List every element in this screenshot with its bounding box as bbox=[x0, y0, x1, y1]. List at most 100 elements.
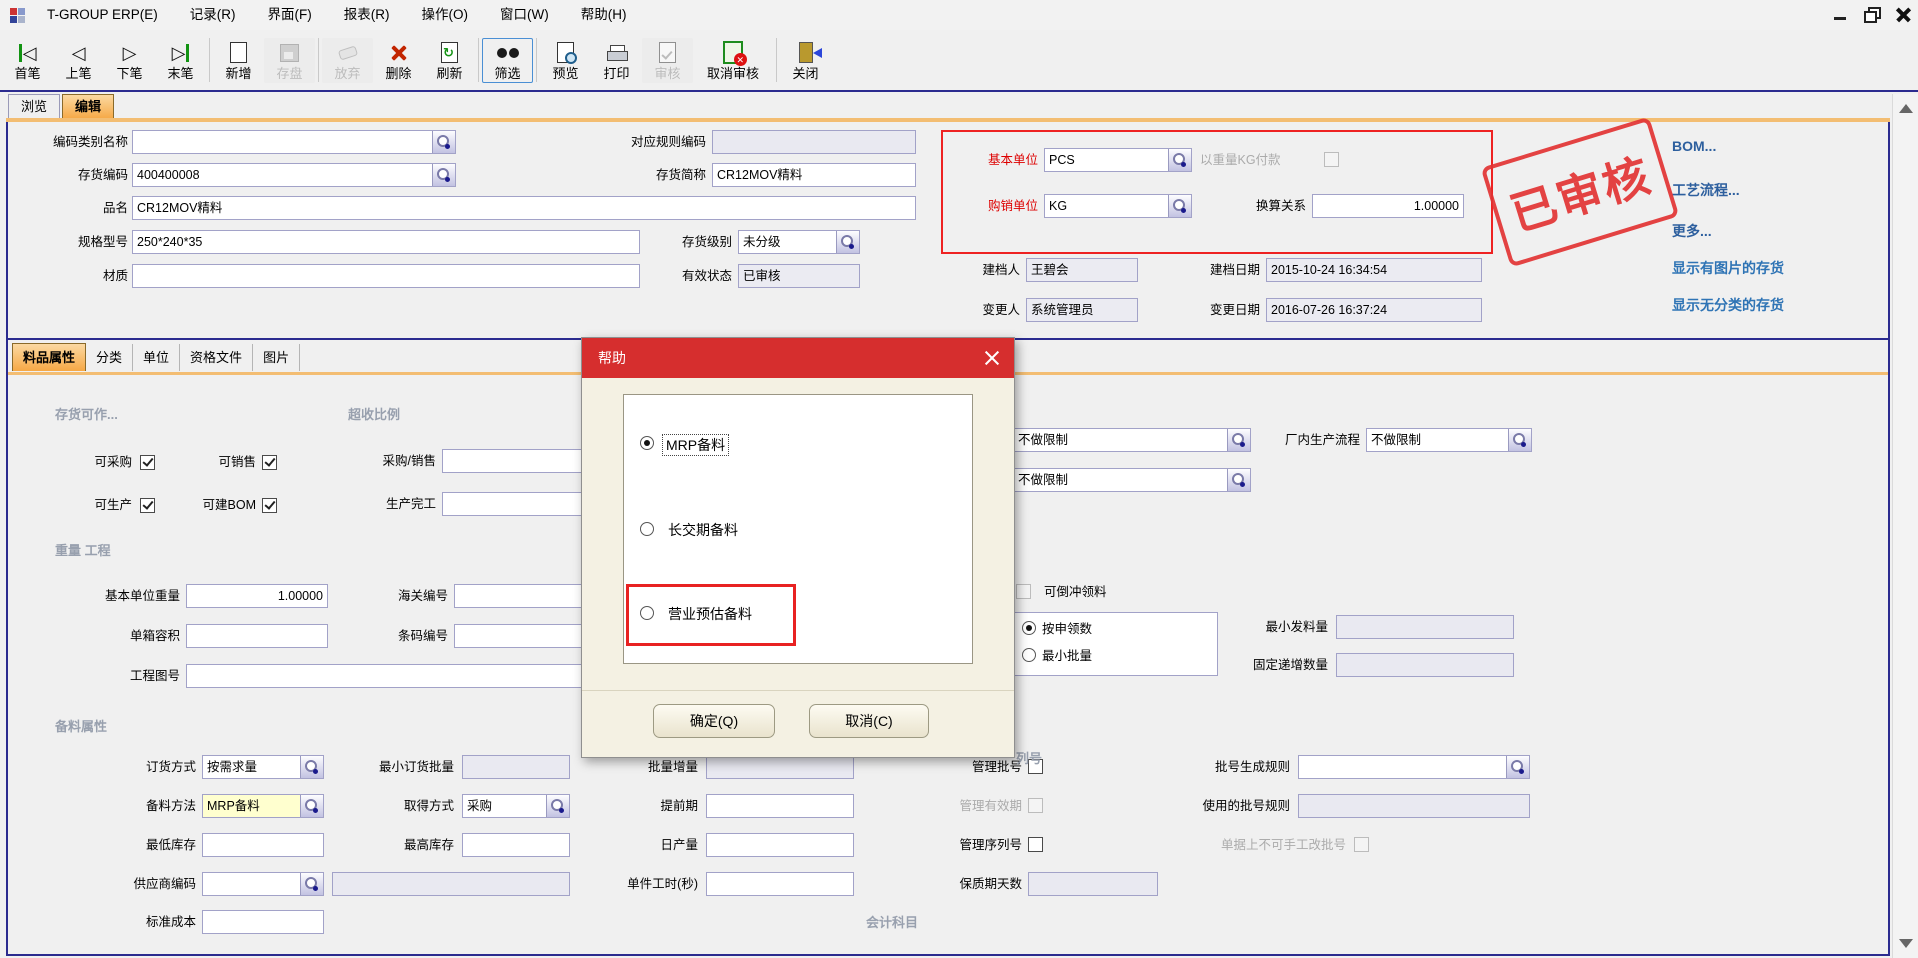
lookup-icon[interactable] bbox=[300, 873, 323, 895]
menu-tgroup-erp[interactable]: T-GROUP ERP(E) bbox=[31, 0, 174, 30]
lookup-icon[interactable] bbox=[1168, 149, 1191, 171]
lookup-icon[interactable] bbox=[836, 231, 859, 253]
restriction-combo-2[interactable]: 不做限制 bbox=[1013, 468, 1251, 492]
mrp-prepare-label[interactable]: MRP备料 bbox=[662, 434, 729, 456]
long-leadtime-radio[interactable] bbox=[640, 522, 654, 536]
supplier-code-value[interactable] bbox=[203, 873, 300, 895]
code-category-value[interactable] bbox=[133, 131, 432, 153]
next-record-button[interactable]: ▷ 下笔 bbox=[104, 38, 155, 83]
spec-field[interactable]: 250*240*35 bbox=[132, 230, 640, 254]
lookup-icon[interactable] bbox=[1508, 429, 1531, 451]
close-window-button[interactable] bbox=[1893, 4, 1915, 26]
max-stock-field[interactable] bbox=[462, 833, 570, 857]
mrp-prepare-radio[interactable] bbox=[640, 436, 654, 450]
prev-record-button[interactable]: ◁ 上笔 bbox=[53, 38, 104, 83]
filter-button[interactable]: 筛选 bbox=[482, 38, 533, 83]
daily-output-field[interactable] bbox=[706, 833, 854, 857]
min-batch-radio[interactable] bbox=[1022, 648, 1036, 662]
restriction-combo-1[interactable]: 不做限制 bbox=[1013, 428, 1251, 452]
cancel-audit-button[interactable]: 取消审核 bbox=[693, 38, 773, 83]
inv-code-combo[interactable]: 400400008 bbox=[132, 163, 456, 187]
base-unit-combo[interactable]: PCS bbox=[1044, 148, 1192, 172]
unit-hours-field[interactable] bbox=[706, 872, 854, 896]
ok-button[interactable]: 确定(Q) bbox=[653, 704, 775, 738]
batch-rule-combo[interactable] bbox=[1298, 755, 1530, 779]
close-form-button[interactable]: 关闭 bbox=[780, 38, 831, 83]
lookup-icon[interactable] bbox=[1168, 195, 1191, 217]
base-unit-value[interactable]: PCS bbox=[1045, 149, 1168, 171]
dialog-close-icon[interactable] bbox=[982, 348, 1002, 368]
tab-item-attributes[interactable]: 料品属性 bbox=[12, 343, 86, 371]
box-volume-field[interactable] bbox=[186, 624, 328, 648]
std-cost-field[interactable] bbox=[202, 910, 324, 934]
inv-level-value[interactable]: 未分级 bbox=[739, 231, 836, 253]
restore-button[interactable] bbox=[1861, 4, 1883, 26]
refresh-button[interactable]: 刷新 bbox=[424, 38, 475, 83]
menu-window[interactable]: 窗口(W) bbox=[484, 0, 565, 30]
code-category-combo[interactable] bbox=[132, 130, 456, 154]
obtain-mode-combo[interactable]: 采购 bbox=[462, 794, 570, 818]
link-show-with-images[interactable]: 显示有图片的存货 bbox=[1672, 258, 1784, 278]
material-field[interactable] bbox=[132, 264, 640, 288]
link-more[interactable]: 更多... bbox=[1672, 221, 1712, 241]
factory-flow-combo[interactable]: 不做限制 bbox=[1366, 428, 1532, 452]
last-record-button[interactable]: ▷ 末笔 bbox=[155, 38, 206, 83]
supplier-code-combo[interactable] bbox=[202, 872, 324, 896]
tab-unit[interactable]: 单位 bbox=[133, 344, 180, 371]
name-field[interactable]: CR12MOV精料 bbox=[132, 196, 916, 220]
link-bom[interactable]: BOM... bbox=[1672, 138, 1716, 154]
link-show-uncategorized[interactable]: 显示无分类的存货 bbox=[1672, 295, 1784, 315]
tab-classification[interactable]: 分类 bbox=[86, 344, 133, 371]
menu-help[interactable]: 帮助(H) bbox=[565, 0, 643, 30]
drawing-no-field[interactable] bbox=[186, 664, 582, 688]
menu-report[interactable]: 报表(R) bbox=[328, 0, 406, 30]
tab-qualification-files[interactable]: 资格文件 bbox=[180, 344, 253, 371]
trade-unit-value[interactable]: KG bbox=[1045, 195, 1168, 217]
inv-code-value[interactable]: 400400008 bbox=[133, 164, 432, 186]
menu-record[interactable]: 记录(R) bbox=[174, 0, 252, 30]
lead-time-field[interactable] bbox=[706, 794, 854, 818]
new-button[interactable]: 新增 bbox=[213, 38, 264, 83]
prepare-method-value[interactable]: MRP备料 bbox=[203, 795, 300, 817]
purchasable-checkbox[interactable] bbox=[140, 455, 155, 470]
long-leadtime-label[interactable]: 长交期备料 bbox=[668, 520, 738, 540]
manage-serial-checkbox[interactable] bbox=[1028, 837, 1043, 852]
inv-abbr-field[interactable]: CR12MOV精料 bbox=[712, 163, 916, 187]
preview-button[interactable]: 预览 bbox=[540, 38, 591, 83]
conversion-field[interactable]: 1.00000 bbox=[1312, 194, 1464, 218]
base-unit-weight-field[interactable]: 1.00000 bbox=[186, 584, 328, 608]
menu-operation[interactable]: 操作(O) bbox=[406, 0, 485, 30]
minimize-button[interactable] bbox=[1830, 4, 1852, 26]
tab-edit[interactable]: 编辑 bbox=[62, 94, 114, 119]
factory-flow-value[interactable]: 不做限制 bbox=[1367, 429, 1508, 451]
print-button[interactable]: 打印 bbox=[591, 38, 642, 83]
trade-unit-combo[interactable]: KG bbox=[1044, 194, 1192, 218]
scroll-up-arrow[interactable] bbox=[1899, 104, 1913, 113]
vertical-scrollbar[interactable] bbox=[1892, 94, 1918, 958]
lookup-icon[interactable] bbox=[432, 164, 455, 186]
inv-level-combo[interactable]: 未分级 bbox=[738, 230, 860, 254]
tab-browse[interactable]: 浏览 bbox=[8, 94, 60, 119]
scroll-down-arrow[interactable] bbox=[1899, 939, 1913, 948]
bom-buildable-checkbox[interactable] bbox=[262, 498, 277, 513]
first-record-button[interactable]: ◁ 首笔 bbox=[2, 38, 53, 83]
lookup-icon[interactable] bbox=[1227, 429, 1250, 451]
order-mode-value[interactable]: 按需求量 bbox=[203, 756, 300, 778]
lookup-icon[interactable] bbox=[546, 795, 569, 817]
cancel-button[interactable]: 取消(C) bbox=[809, 704, 929, 738]
min-stock-field[interactable] bbox=[202, 833, 324, 857]
lookup-icon[interactable] bbox=[1506, 756, 1529, 778]
issue-by-request-radio[interactable] bbox=[1022, 621, 1036, 635]
lookup-icon[interactable] bbox=[300, 795, 323, 817]
order-mode-combo[interactable]: 按需求量 bbox=[202, 755, 324, 779]
lookup-icon[interactable] bbox=[432, 131, 455, 153]
menu-interface[interactable]: 界面(F) bbox=[252, 0, 328, 30]
obtain-mode-value[interactable]: 采购 bbox=[463, 795, 546, 817]
sellable-checkbox[interactable] bbox=[262, 455, 277, 470]
producible-checkbox[interactable] bbox=[140, 498, 155, 513]
lookup-icon[interactable] bbox=[1227, 469, 1250, 491]
restriction-1-value[interactable]: 不做限制 bbox=[1014, 429, 1227, 451]
batch-rule-value[interactable] bbox=[1299, 756, 1506, 778]
prepare-method-combo[interactable]: MRP备料 bbox=[202, 794, 324, 818]
restriction-2-value[interactable]: 不做限制 bbox=[1014, 469, 1227, 491]
